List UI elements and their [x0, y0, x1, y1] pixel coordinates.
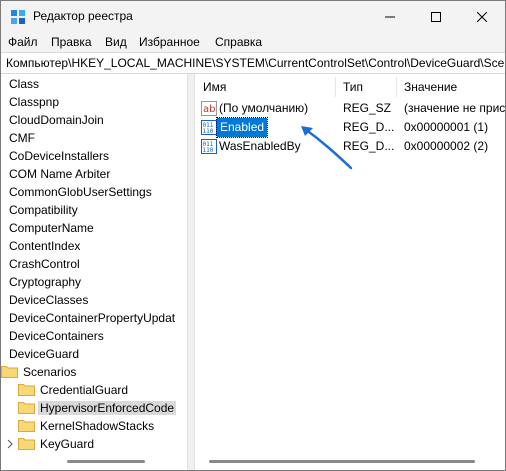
tree-item-label: KernelShadowStacks — [40, 419, 155, 433]
maximize-button[interactable] — [413, 1, 459, 32]
column-header-type[interactable]: Тип — [343, 77, 363, 97]
tree-item-label: DeviceContainers — [9, 329, 104, 343]
title-bar: Редактор реестра — [1, 1, 505, 32]
tree-item[interactable]: CommonGlobUserSettings — [7, 183, 154, 201]
registry-editor-window: Редактор реестра Файл Правка Вид Избранн… — [0, 0, 506, 471]
tree-item-label: Scenarios — [23, 365, 77, 379]
tree-item[interactable]: Class — [7, 75, 41, 93]
menu-help[interactable]: Справка — [215, 35, 262, 49]
tree-item[interactable]: Classpnp — [7, 93, 61, 111]
tree-item-label: COM Name Arbiter — [9, 167, 111, 181]
tree-item-label: DeviceGuard — [9, 347, 80, 361]
maximize-icon — [431, 11, 441, 22]
tree-item[interactable]: ComputerName — [7, 219, 96, 237]
address-bar[interactable]: Компьютер\HKEY_LOCAL_MACHINE\SYSTEM\Curr… — [1, 52, 505, 74]
scrollbar-thumb[interactable] — [209, 460, 475, 463]
dword-value-icon: 011 110 — [201, 139, 217, 154]
tree-item[interactable]: CoDeviceInstallers — [7, 147, 111, 165]
window-title: Редактор реестра — [33, 9, 133, 23]
tree-item[interactable]: CrashControl — [7, 255, 82, 273]
column-separator[interactable] — [335, 77, 336, 97]
menu-bar: Файл Правка Вид Избранное Справка — [1, 32, 505, 52]
tree-item[interactable]: DeviceContainerPropertyUpdat — [7, 309, 177, 327]
tree-item-label: Cryptography — [9, 275, 82, 289]
menu-file[interactable]: Файл — [8, 35, 38, 49]
tree-item[interactable]: CloudDomainJoin — [7, 111, 106, 129]
folder-icon — [18, 402, 35, 414]
column-separator[interactable] — [396, 77, 397, 97]
folder-icon — [18, 438, 35, 450]
folder-icon — [18, 420, 35, 432]
value-data: 0x00000002 (2) — [404, 139, 489, 153]
tree-item[interactable]: CredentialGuard — [18, 381, 130, 399]
tree-item[interactable]: Cryptography — [7, 273, 83, 291]
tree-horizontal-scrollbar[interactable] — [1, 457, 187, 465]
close-button[interactable] — [459, 1, 505, 32]
tree-item[interactable]: DeviceClasses — [7, 291, 90, 309]
menu-view[interactable]: Вид — [105, 35, 127, 49]
tree-item-scenarios[interactable]: Scenarios — [1, 363, 78, 381]
column-header-name[interactable]: Имя — [203, 77, 226, 97]
close-icon — [477, 11, 487, 22]
address-path[interactable]: Компьютер\HKEY_LOCAL_MACHINE\SYSTEM\Curr… — [6, 56, 505, 70]
folder-open-icon — [1, 366, 18, 378]
tree-item[interactable]: COM Name Arbiter — [7, 165, 112, 183]
tree-item[interactable]: KeyGuard — [6, 435, 96, 453]
folder-icon — [18, 384, 35, 396]
pane-splitter[interactable] — [187, 74, 195, 470]
minimize-button[interactable] — [367, 1, 413, 32]
tree-item-deviceguard[interactable]: DeviceGuard — [7, 345, 81, 363]
column-header-value[interactable]: Значение — [404, 77, 457, 97]
regedit-app-icon — [11, 10, 25, 24]
tree-item-label: CoDeviceInstallers — [9, 149, 110, 163]
chevron-right-icon[interactable] — [6, 439, 14, 449]
scrollbar-thumb[interactable] — [67, 460, 145, 463]
value-name: Enabled — [215, 117, 269, 138]
list-horizontal-scrollbar[interactable] — [195, 457, 505, 465]
tree-item[interactable]: DeviceContainers — [7, 327, 106, 345]
string-value-icon: ab — [201, 101, 217, 116]
tree-item-label: CrashControl — [9, 257, 80, 271]
tree-item[interactable]: KernelShadowStacks — [18, 417, 156, 435]
tree-item-label: CommonGlobUserSettings — [9, 185, 152, 199]
tree-item-label: DeviceContainerPropertyUpdat — [9, 311, 176, 325]
tree-item[interactable]: ContentIndex — [7, 237, 82, 255]
menu-favorites[interactable]: Избранное — [139, 35, 200, 49]
value-data: 0x00000001 (1) — [404, 120, 489, 134]
tree-item-label: Compatibility — [9, 203, 78, 217]
tree-item-label: HypervisorEnforcedCode — [38, 401, 177, 415]
tree-item[interactable]: CMF — [7, 129, 37, 147]
svg-text:ab: ab — [203, 104, 215, 115]
tree-item-label: Classpnp — [9, 95, 60, 109]
menu-edit[interactable]: Правка — [51, 35, 92, 49]
tree-item[interactable]: Compatibility — [7, 201, 80, 219]
svg-text:110: 110 — [203, 128, 214, 135]
tree-item-label: ComputerName — [9, 221, 94, 235]
tree-item-label: CloudDomainJoin — [9, 113, 104, 127]
tree-item-label: DeviceClasses — [9, 293, 89, 307]
tree-item-label: KeyGuard — [40, 437, 95, 451]
tree-item-label: Class — [9, 77, 40, 91]
annotation-arrow-icon — [301, 126, 353, 170]
minimize-icon — [385, 16, 395, 17]
svg-text:110: 110 — [203, 147, 214, 154]
tree-item-label: CredentialGuard — [40, 383, 129, 397]
tree-item-label: ContentIndex — [9, 239, 81, 253]
dword-value-icon: 011 110 — [201, 120, 217, 135]
tree-item-selected[interactable]: HypervisorEnforcedCode — [18, 399, 177, 417]
value-data: (значение не прис — [404, 101, 505, 115]
value-name: WasEnabledBy — [219, 139, 301, 153]
key-tree[interactable]: Class Classpnp CloudDomainJoin CMF CoDev… — [1, 74, 187, 470]
tree-item-label: CMF — [9, 131, 35, 145]
